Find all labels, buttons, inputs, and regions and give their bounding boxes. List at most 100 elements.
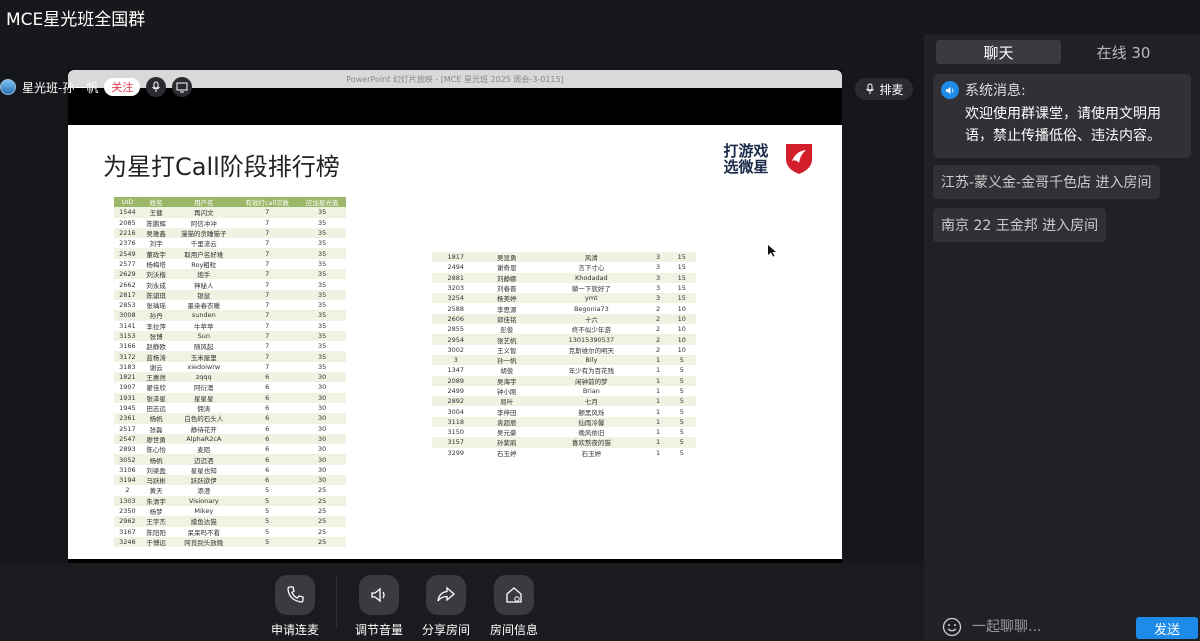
table-cell: 5 bbox=[236, 495, 299, 506]
table-cell: 30 bbox=[298, 423, 346, 434]
table-cell: 添澄 bbox=[171, 485, 237, 496]
table-row: 1907 翟佳欣 阿衍澳 6 30 bbox=[114, 382, 346, 393]
send-button[interactable]: 发送 bbox=[1136, 617, 1198, 639]
table-row: 2494 谢奇恩 言下寸心 3 15 bbox=[432, 262, 696, 273]
table-cell: 陈阳阳 bbox=[140, 526, 172, 537]
table-cell: 晚风依旧 bbox=[534, 427, 649, 438]
table-cell: 6 bbox=[236, 464, 299, 476]
ranking-table-right: 1817 吴显勇 风清 3 15 2494 谢奇恩 言下寸心 3 15 2881 刘静娜 Khodada… bbox=[432, 252, 696, 458]
table-cell: 25 bbox=[298, 526, 346, 537]
table-cell: 七月 bbox=[534, 396, 649, 407]
room-info-button[interactable]: 房间信息 bbox=[485, 575, 543, 638]
table-cell: 星星星 bbox=[171, 392, 237, 403]
table-cell: 3 bbox=[648, 282, 668, 294]
table-cell: 刘沃楷 bbox=[140, 269, 172, 280]
table-row: 3183 谢云 xiedoiwrw 7 35 bbox=[114, 361, 346, 373]
table-cell: 6 bbox=[236, 423, 299, 434]
share-room-button[interactable]: 分享房间 bbox=[417, 575, 475, 638]
table-cell: 言下寸心 bbox=[534, 262, 649, 273]
table-cell: 仙雨冷馨 bbox=[534, 416, 649, 428]
table-cell: 35 bbox=[298, 238, 346, 249]
screen-share-button[interactable] bbox=[172, 77, 193, 97]
table-cell: 5 bbox=[667, 416, 696, 428]
table-row: 2376 刘宇 千里流云 7 35 bbox=[114, 238, 346, 249]
table-cell: 7 bbox=[236, 269, 299, 280]
volume-button[interactable]: 调节音量 bbox=[350, 575, 408, 638]
table-cell: 迈迈洒 bbox=[171, 454, 237, 465]
mic-button[interactable] bbox=[146, 77, 167, 97]
table-row: 2517 张磊 静待花开 6 30 bbox=[114, 423, 346, 434]
volume-label: 调节音量 bbox=[354, 623, 403, 637]
table-row: 2629 刘沃楷 炮手 7 35 bbox=[114, 269, 346, 280]
table-row: 2 黄天 添澄 5 25 bbox=[114, 485, 346, 496]
table-cell: 3299 bbox=[432, 447, 480, 458]
table-cell: 吴雅鑫 bbox=[140, 227, 172, 239]
table-cell: 2376 bbox=[114, 238, 141, 249]
table-cell: 2817 bbox=[114, 289, 141, 300]
table-cell: 石玉婷 bbox=[534, 447, 649, 458]
table-row: 3172 蓝杨涛 玉米屋里 7 35 bbox=[114, 351, 346, 362]
table-cell: Brian bbox=[534, 385, 649, 397]
phone-icon bbox=[287, 586, 304, 603]
table-cell: 风清 bbox=[534, 252, 649, 263]
tab-chat[interactable]: 聊天 bbox=[936, 40, 1061, 64]
table-cell: 3 bbox=[648, 293, 668, 304]
table-cell: 1931 bbox=[114, 392, 141, 403]
table-cell: 7 bbox=[236, 341, 299, 352]
table-header-row: UID 姓名 用户名 有效打call次数 应加星光值 bbox=[114, 197, 346, 208]
ranking-table-left: UID 姓名 用户名 有效打call次数 应加星光值 1544 王健 再闪文 7 35 2085 陈… bbox=[114, 197, 346, 548]
table-row: 3118 袁超辰 仙雨冷馨 1 5 bbox=[432, 416, 696, 428]
table-cell: 7 bbox=[236, 289, 299, 300]
table-cell: 1544 bbox=[114, 207, 141, 218]
table-row: 3167 陈阳阳 呆呆吗不看 5 25 bbox=[114, 526, 346, 537]
queue-mic-button[interactable]: 排麦 bbox=[855, 78, 913, 100]
table-row: 3194 马跃彬 跃跃欲伊 6 30 bbox=[114, 475, 346, 486]
tab-online[interactable]: 在线 30 bbox=[1061, 40, 1186, 64]
table-cell: 田志远 bbox=[140, 402, 172, 414]
table-cell: 2517 bbox=[114, 423, 141, 434]
table-cell: 2954 bbox=[432, 334, 480, 345]
table-row: 3246 于博远 阿良别头放晚 5 25 bbox=[114, 536, 346, 548]
table-cell: 李梓田 bbox=[479, 406, 535, 417]
table-cell: 1 bbox=[648, 354, 668, 366]
table-cell: 2855 bbox=[432, 324, 480, 335]
table-cell: 35 bbox=[298, 279, 346, 290]
table-cell: 35 bbox=[298, 248, 346, 259]
table-cell: 牛苹苹 bbox=[171, 320, 237, 331]
avatar[interactable] bbox=[0, 79, 16, 95]
table-cell: 6 bbox=[236, 392, 299, 403]
table-cell: 2853 bbox=[114, 299, 141, 311]
table-row: 3157 孙紫鹃 喜欢熬夜的猫 1 5 bbox=[432, 437, 696, 448]
table-cell: 1 bbox=[648, 396, 668, 407]
table-cell: 杨梅塔 bbox=[140, 258, 172, 270]
table-row: 2499 钟小刚 Brian 1 5 bbox=[432, 385, 696, 397]
share-icon bbox=[437, 586, 455, 602]
table-cell: 3 bbox=[648, 252, 668, 263]
table-cell: 刘梁盈 bbox=[140, 464, 172, 476]
window-title-bar: MCE星光班全国群 bbox=[0, 0, 1200, 34]
table-cell: 孙紫鹃 bbox=[479, 437, 535, 448]
table-cell: 陈鹏辉 bbox=[140, 217, 172, 228]
emoji-icon[interactable] bbox=[942, 617, 962, 637]
slogan-line-2: 选微星 bbox=[723, 158, 769, 176]
table-cell: 刘春晋 bbox=[479, 282, 535, 294]
table-row: 1821 王惠然 zqqq 6 30 bbox=[114, 372, 346, 383]
table-cell: 李拉萍 bbox=[140, 320, 172, 331]
speaker-icon bbox=[941, 81, 959, 99]
table-header-cell: 用户名 bbox=[171, 197, 237, 208]
table-cell: 1 bbox=[648, 365, 668, 376]
table-cell: 张泽星 bbox=[140, 392, 172, 403]
table-cell: 6 bbox=[236, 372, 299, 383]
follow-button[interactable]: 关注 bbox=[104, 78, 141, 96]
table-cell: 2893 bbox=[114, 444, 141, 455]
share-room-label: 分享房间 bbox=[421, 623, 470, 637]
table-cell: 麦陌 bbox=[171, 444, 237, 455]
table-cell: 25 bbox=[298, 505, 346, 517]
table-row: 2855 彭俊 终不似少年游 2 10 bbox=[432, 324, 696, 335]
table-cell: 刘静娜 bbox=[479, 272, 535, 283]
slogan-line-1: 打游戏 bbox=[723, 142, 769, 160]
chat-input[interactable] bbox=[972, 615, 1122, 639]
table-cell: 王宇杰 bbox=[140, 516, 172, 527]
table-cell: Khodadad bbox=[534, 272, 649, 283]
apply-mic-button[interactable]: 申请连麦 bbox=[266, 575, 324, 638]
